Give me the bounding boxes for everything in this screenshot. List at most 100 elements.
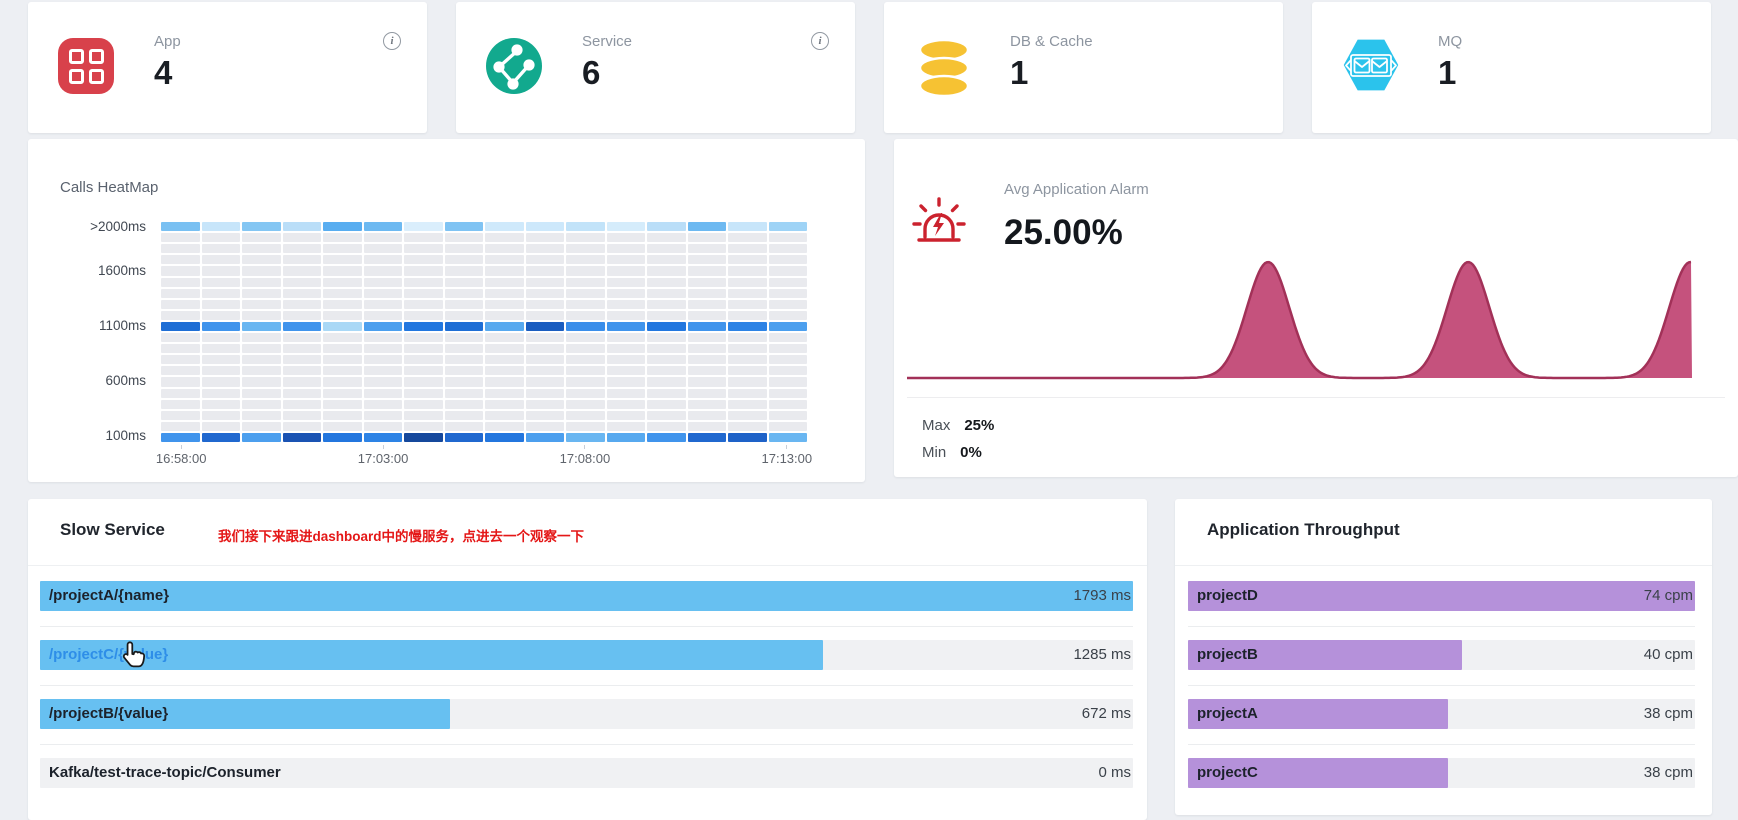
heatmap-cell[interactable] bbox=[485, 244, 524, 253]
heatmap-cell[interactable] bbox=[445, 400, 484, 409]
heatmap-cell[interactable] bbox=[242, 366, 281, 375]
bar-label[interactable]: Kafka/test-trace-topic/Consumer bbox=[49, 758, 281, 788]
bar-label[interactable]: projectC bbox=[1197, 758, 1258, 788]
heatmap-cell[interactable] bbox=[161, 266, 200, 275]
heatmap-cell[interactable] bbox=[769, 255, 808, 264]
heatmap-cell[interactable] bbox=[688, 255, 727, 264]
throughput-row[interactable]: projectB40 cpm bbox=[1188, 640, 1695, 670]
stat-card-app[interactable]: App 4 i bbox=[28, 2, 427, 133]
heatmap-cell[interactable] bbox=[364, 389, 403, 398]
slow-service-row[interactable]: /projectB/{value}672 ms bbox=[40, 699, 1133, 729]
heatmap-cell[interactable] bbox=[161, 233, 200, 242]
heatmap-cell[interactable] bbox=[242, 278, 281, 287]
heatmap-cell[interactable] bbox=[202, 333, 241, 342]
heatmap-cell[interactable] bbox=[566, 377, 605, 386]
heatmap-cell[interactable] bbox=[728, 233, 767, 242]
heatmap-cell[interactable] bbox=[688, 377, 727, 386]
heatmap-cell[interactable] bbox=[728, 333, 767, 342]
heatmap-cell[interactable] bbox=[728, 355, 767, 364]
heatmap-cell[interactable] bbox=[202, 389, 241, 398]
heatmap-cell[interactable] bbox=[161, 278, 200, 287]
heatmap-cell[interactable] bbox=[526, 322, 565, 331]
heatmap-cell[interactable] bbox=[283, 400, 322, 409]
heatmap-cell[interactable] bbox=[526, 289, 565, 298]
heatmap-cell[interactable] bbox=[769, 433, 808, 442]
heatmap-cell[interactable] bbox=[769, 411, 808, 420]
heatmap-cell[interactable] bbox=[647, 389, 686, 398]
heatmap-cell[interactable] bbox=[647, 244, 686, 253]
heatmap-cell[interactable] bbox=[242, 400, 281, 409]
heatmap-cell[interactable] bbox=[283, 389, 322, 398]
heatmap-cell[interactable] bbox=[323, 400, 362, 409]
heatmap-cell[interactable] bbox=[607, 433, 646, 442]
heatmap-cell[interactable] bbox=[202, 366, 241, 375]
heatmap-cell[interactable] bbox=[445, 322, 484, 331]
heatmap-cell[interactable] bbox=[242, 389, 281, 398]
heatmap-cell[interactable] bbox=[404, 278, 443, 287]
heatmap-cell[interactable] bbox=[283, 411, 322, 420]
heatmap-cell[interactable] bbox=[769, 344, 808, 353]
heatmap-cell[interactable] bbox=[728, 278, 767, 287]
heatmap-cell[interactable] bbox=[566, 255, 605, 264]
heatmap-cell[interactable] bbox=[526, 333, 565, 342]
heatmap-cell[interactable] bbox=[445, 377, 484, 386]
heatmap-cell[interactable] bbox=[566, 233, 605, 242]
heatmap-cell[interactable] bbox=[566, 433, 605, 442]
heatmap-cell[interactable] bbox=[404, 389, 443, 398]
heatmap-cell[interactable] bbox=[769, 222, 808, 231]
heatmap-cell[interactable] bbox=[688, 244, 727, 253]
heatmap-cell[interactable] bbox=[242, 377, 281, 386]
heatmap-cell[interactable] bbox=[485, 266, 524, 275]
heatmap-cell[interactable] bbox=[323, 344, 362, 353]
heatmap-cell[interactable] bbox=[202, 322, 241, 331]
heatmap-cell[interactable] bbox=[404, 366, 443, 375]
throughput-row[interactable]: projectA38 cpm bbox=[1188, 699, 1695, 729]
heatmap-cell[interactable] bbox=[364, 289, 403, 298]
heatmap-cell[interactable] bbox=[445, 411, 484, 420]
info-icon[interactable]: i bbox=[383, 32, 401, 50]
heatmap-cell[interactable] bbox=[647, 300, 686, 309]
heatmap-cell[interactable] bbox=[526, 244, 565, 253]
heatmap-cell[interactable] bbox=[364, 411, 403, 420]
heatmap-cell[interactable] bbox=[566, 333, 605, 342]
heatmap-cell[interactable] bbox=[647, 266, 686, 275]
heatmap-cell[interactable] bbox=[526, 411, 565, 420]
heatmap-cell[interactable] bbox=[688, 222, 727, 231]
heatmap-cell[interactable] bbox=[404, 289, 443, 298]
heatmap-cell[interactable] bbox=[283, 300, 322, 309]
slow-service-row[interactable]: Kafka/test-trace-topic/Consumer0 ms bbox=[40, 758, 1133, 788]
heatmap-cell[interactable] bbox=[161, 366, 200, 375]
heatmap-cell[interactable] bbox=[202, 411, 241, 420]
heatmap-cell[interactable] bbox=[404, 377, 443, 386]
stat-card-mq[interactable]: MQ 1 bbox=[1312, 2, 1711, 133]
heatmap-cell[interactable] bbox=[202, 278, 241, 287]
bar-label[interactable]: projectD bbox=[1197, 581, 1258, 611]
heatmap-cell[interactable] bbox=[566, 389, 605, 398]
heatmap-cell[interactable] bbox=[526, 366, 565, 375]
heatmap-cell[interactable] bbox=[688, 333, 727, 342]
alarm-area-chart[interactable] bbox=[907, 244, 1692, 384]
heatmap-cell[interactable] bbox=[688, 433, 727, 442]
heatmap-cell[interactable] bbox=[202, 244, 241, 253]
heatmap-cell[interactable] bbox=[607, 411, 646, 420]
heatmap-cell[interactable] bbox=[728, 266, 767, 275]
heatmap-cell[interactable] bbox=[485, 289, 524, 298]
heatmap-cell[interactable] bbox=[607, 244, 646, 253]
heatmap-cell[interactable] bbox=[728, 411, 767, 420]
heatmap-cell[interactable] bbox=[323, 377, 362, 386]
heatmap-cell[interactable] bbox=[161, 244, 200, 253]
heatmap-cell[interactable] bbox=[242, 433, 281, 442]
heatmap-cell[interactable] bbox=[607, 400, 646, 409]
heatmap-cell[interactable] bbox=[769, 400, 808, 409]
heatmap-cell[interactable] bbox=[728, 400, 767, 409]
heatmap-cell[interactable] bbox=[688, 289, 727, 298]
heatmap-cell[interactable] bbox=[323, 411, 362, 420]
heatmap-cell[interactable] bbox=[728, 255, 767, 264]
heatmap-cell[interactable] bbox=[526, 311, 565, 320]
heatmap-cell[interactable] bbox=[445, 355, 484, 364]
heatmap-cell[interactable] bbox=[607, 300, 646, 309]
heatmap-cell[interactable] bbox=[202, 300, 241, 309]
heatmap-cell[interactable] bbox=[445, 266, 484, 275]
heatmap-cell[interactable] bbox=[161, 433, 200, 442]
heatmap-cell[interactable] bbox=[769, 377, 808, 386]
